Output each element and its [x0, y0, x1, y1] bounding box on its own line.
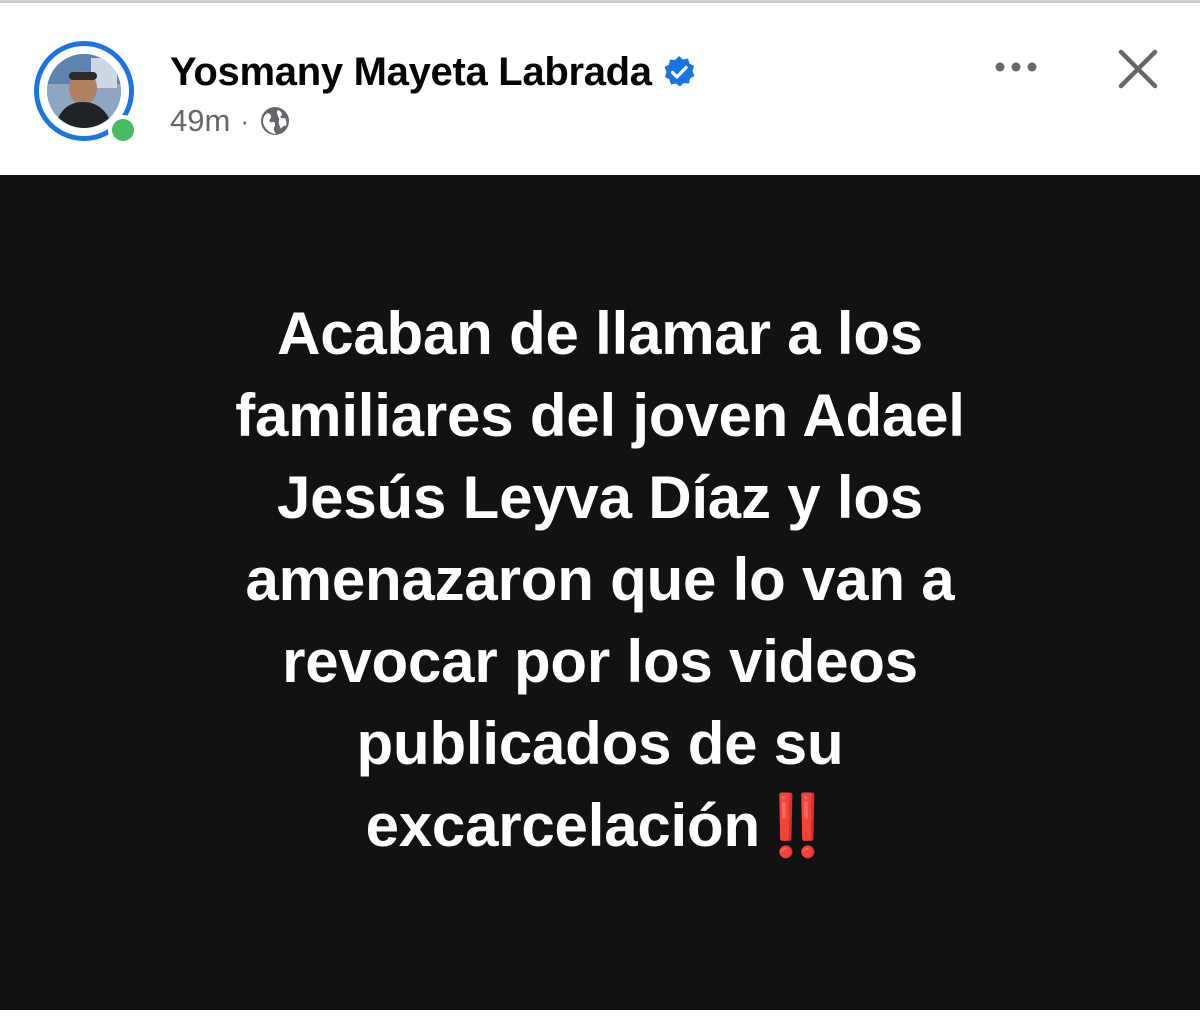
more-options-button[interactable] [988, 43, 1044, 91]
post-timestamp[interactable]: 49m [170, 103, 230, 139]
image-text-block: Acaban de llamar a los familiares del jo… [120, 293, 1080, 867]
image-text-line: revocar por los videos [282, 628, 918, 695]
post-meta: 49m · [170, 101, 291, 141]
globe-icon [259, 105, 291, 137]
post-image[interactable]: Acaban de llamar a los familiares del jo… [0, 175, 1200, 1010]
close-icon [1118, 49, 1158, 89]
meta-separator: · [240, 105, 249, 136]
close-button[interactable] [1110, 41, 1166, 97]
avatar [47, 54, 121, 128]
image-text-line: publicados de su [356, 710, 844, 777]
post-screen: Yosmany Mayeta Labrada 49m · Acaban de l… [0, 0, 1200, 1021]
image-text-line: amenazaron que lo van a [245, 546, 955, 613]
image-text-line: familiares del joven Adael [235, 382, 965, 449]
image-text-last-line: excarcelación‼️ [120, 785, 1080, 867]
image-text-line: Acaban de llamar a los [277, 300, 923, 367]
author-row: Yosmany Mayeta Labrada [170, 47, 696, 97]
author-name[interactable]: Yosmany Mayeta Labrada [170, 50, 652, 95]
double-exclamation-icon: ‼️ [759, 792, 835, 859]
online-status-dot [108, 115, 138, 145]
verified-badge-icon [662, 55, 696, 89]
more-horizontal-icon [995, 62, 1037, 72]
avatar-photo [47, 54, 121, 128]
image-text-line: Jesús Leyva Díaz y los [277, 464, 923, 531]
post-header: Yosmany Mayeta Labrada 49m · [0, 3, 1200, 173]
bottom-strip [0, 1010, 1200, 1021]
image-text-last-word: excarcelación [365, 792, 761, 859]
